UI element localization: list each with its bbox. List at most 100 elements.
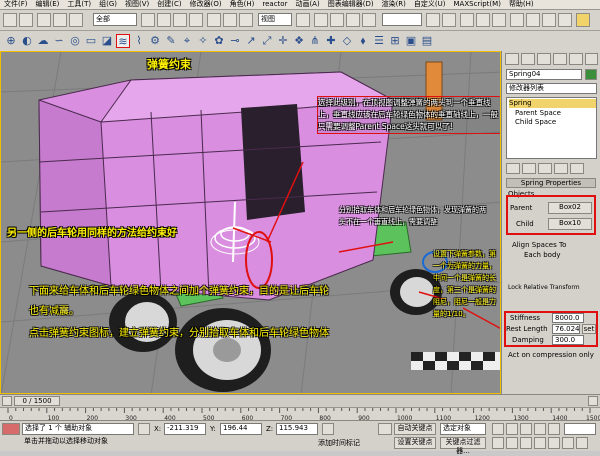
window-crossing-icon[interactable] — [189, 13, 203, 27]
quick-render-icon[interactable] — [542, 13, 556, 27]
set-key-button[interactable]: 设置关键点 — [394, 437, 436, 449]
go-start-icon[interactable] — [492, 423, 504, 435]
menu-help[interactable]: 帮助(H) — [505, 0, 538, 9]
wind-icon[interactable]: ✎ — [164, 34, 178, 48]
align-icon[interactable] — [442, 13, 456, 27]
pin-stack-icon[interactable] — [506, 163, 520, 174]
zoom-all-icon[interactable] — [506, 437, 518, 449]
layer-manager-icon[interactable] — [460, 13, 474, 27]
stiffness-field[interactable]: 8000.0 — [552, 313, 584, 323]
scale-icon[interactable] — [239, 13, 253, 27]
rest-length-set-button[interactable]: set — [582, 324, 596, 334]
selected-object-dropdown[interactable]: 选定对象 — [440, 423, 486, 435]
key-filters-button[interactable]: 关键点过滤器... — [440, 437, 486, 455]
render-type-icon[interactable] — [558, 13, 572, 27]
spinner-snap-icon[interactable] — [362, 13, 376, 27]
create-animation-icon[interactable]: ▤ — [420, 34, 434, 48]
next-frame-icon[interactable] — [534, 423, 546, 435]
schematic-view-icon[interactable] — [492, 13, 506, 27]
grid-icon[interactable] — [322, 423, 334, 435]
auto-key-button[interactable]: 自动关键点 — [394, 423, 436, 435]
motor-icon[interactable]: ⚙ — [148, 34, 162, 48]
menu-view[interactable]: 视图(V) — [121, 0, 153, 9]
selection-filter-dropdown[interactable]: 全部 — [93, 13, 137, 26]
key-icon[interactable] — [378, 423, 392, 435]
create-tab-icon[interactable] — [505, 53, 519, 65]
render-setup-icon[interactable] — [526, 13, 540, 27]
zoom-extents-icon[interactable] — [520, 437, 532, 449]
menu-create[interactable]: 创建(C) — [153, 0, 185, 9]
pan-icon[interactable] — [548, 437, 560, 449]
remove-modifier-icon[interactable] — [554, 163, 568, 174]
preview-animation-icon[interactable]: ▣ — [404, 34, 418, 48]
plane-icon[interactable]: ▭ — [84, 34, 98, 48]
hierarchy-tab-icon[interactable] — [537, 53, 551, 65]
percent-snap-icon[interactable] — [346, 13, 360, 27]
point-to-point-icon[interactable]: ⤢ — [260, 34, 274, 48]
maxscript-listener-icon[interactable] — [2, 423, 20, 435]
zoom-icon[interactable] — [492, 437, 504, 449]
pivot-center-icon[interactable] — [296, 13, 310, 27]
play-icon[interactable] — [520, 423, 532, 435]
select-by-name-icon[interactable] — [157, 13, 171, 27]
menu-maxscript[interactable]: MAXScript(M) — [450, 0, 505, 9]
parent-pick-button[interactable]: Box02 — [548, 202, 592, 214]
reference-coordinate-dropdown[interactable]: 视图 — [258, 13, 292, 26]
plane-constraint-icon[interactable]: ⌇ — [132, 34, 146, 48]
select-link-icon[interactable] — [37, 13, 51, 27]
go-end-icon[interactable] — [548, 423, 560, 435]
lock-selection-icon[interactable] — [138, 423, 150, 435]
perspective-viewport[interactable]: 弹簧约束 选择此级别，在顶视图调整弹簧的两头到一个垂直线上，垂直线应该在后车轮绿… — [0, 51, 501, 394]
soft-body-icon[interactable]: ☁ — [36, 34, 50, 48]
stack-item-spring[interactable]: Spring — [509, 99, 596, 108]
move-icon[interactable] — [207, 13, 221, 27]
menu-animation[interactable]: 动画(A) — [291, 0, 323, 9]
redo-icon[interactable] — [19, 13, 33, 27]
modify-tab-icon[interactable] — [521, 53, 535, 65]
configure-sets-icon[interactable] — [570, 163, 584, 174]
stack-item-child-space[interactable]: Child Space — [509, 118, 596, 127]
menu-file[interactable]: 文件(F) — [0, 0, 32, 9]
ball-socket-icon[interactable]: ⬧ — [356, 34, 370, 48]
child-pick-button[interactable]: Box10 — [548, 218, 592, 230]
rest-length-field[interactable]: 76.024 — [552, 324, 580, 334]
rigid-body-icon[interactable]: ⊕ — [4, 34, 18, 48]
make-unique-icon[interactable] — [538, 163, 552, 174]
menu-graph-editors[interactable]: 图表编辑器(D) — [324, 0, 378, 9]
motion-tab-icon[interactable] — [553, 53, 567, 65]
y-coordinate-field[interactable]: 196.44 — [220, 423, 262, 435]
damping-field[interactable]: 300.0 — [552, 335, 584, 345]
menu-reactor[interactable]: reactor — [258, 0, 291, 9]
stack-item-parent-space[interactable]: Parent Space — [509, 109, 596, 118]
render-teapot-icon[interactable] — [576, 13, 590, 27]
bind-space-warp-icon[interactable] — [69, 13, 83, 27]
angle-snap-icon[interactable] — [330, 13, 344, 27]
object-color-swatch[interactable] — [585, 69, 597, 80]
menu-modifiers[interactable]: 修改器(O) — [186, 0, 226, 9]
menu-customize[interactable]: 自定义(U) — [410, 0, 450, 9]
hinge-constraint-icon[interactable]: ◇ — [340, 34, 354, 48]
analyze-world-icon[interactable]: ⊞ — [388, 34, 402, 48]
z-coordinate-field[interactable]: 115.943 — [276, 423, 318, 435]
fov-icon[interactable] — [534, 437, 546, 449]
water-icon[interactable]: ✿ — [212, 34, 226, 48]
point-to-path-icon[interactable]: ⋔ — [308, 34, 322, 48]
snap-toggle-icon[interactable] — [314, 13, 328, 27]
curve-editor-icon[interactable] — [476, 13, 490, 27]
constraint-solver-icon[interactable]: ◪ — [100, 34, 114, 48]
toy-car-icon[interactable]: ⌖ — [180, 34, 194, 48]
rope-icon[interactable]: ∽ — [52, 34, 66, 48]
cloth-icon[interactable]: ◐ — [20, 34, 34, 48]
deforming-mesh-icon[interactable]: ◎ — [68, 34, 82, 48]
hinge-icon[interactable]: ↗ — [244, 34, 258, 48]
show-end-result-icon[interactable] — [522, 163, 536, 174]
prev-frame-icon[interactable] — [506, 423, 518, 435]
menu-character[interactable]: 角色(H) — [226, 0, 259, 9]
select-object-icon[interactable] — [141, 13, 155, 27]
spring-properties-rollout[interactable]: Spring Properties — [506, 178, 596, 188]
object-name-field[interactable]: Spring04 — [506, 69, 582, 80]
car-wheel-icon[interactable]: ❖ — [292, 34, 306, 48]
undo-icon[interactable] — [3, 13, 17, 27]
dashpot-icon[interactable]: ⊸ — [228, 34, 242, 48]
utilities-tab-icon[interactable] — [585, 53, 598, 65]
